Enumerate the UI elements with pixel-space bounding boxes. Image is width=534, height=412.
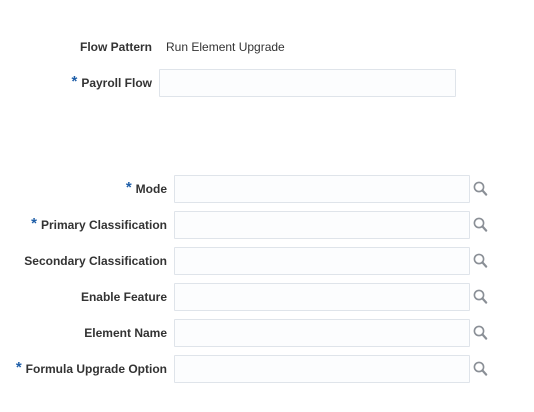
element-name-input[interactable]: [174, 319, 470, 347]
flow-pattern-row: Flow Pattern Run Element Upgrade: [0, 33, 534, 61]
element-name-row: Element Name: [0, 319, 534, 347]
search-icon[interactable]: [472, 360, 490, 378]
enable-feature-row: Enable Feature: [0, 283, 534, 311]
required-marker: *: [15, 359, 22, 376]
mode-row: * Mode: [0, 175, 534, 203]
payroll-flow-input[interactable]: [159, 69, 456, 97]
search-icon[interactable]: [472, 288, 490, 306]
search-icon[interactable]: [472, 216, 490, 234]
secondary-classification-row: Secondary Classification: [0, 247, 534, 275]
formula-upgrade-option-row: * Formula Upgrade Option: [0, 355, 534, 383]
element-name-label: Element Name: [84, 326, 167, 340]
mode-label: * Mode: [126, 175, 167, 203]
secondary-classification-label: Secondary Classification: [24, 254, 167, 268]
formula-upgrade-option-input[interactable]: [174, 355, 470, 383]
primary-classification-label: * Primary Classification: [31, 211, 167, 239]
enable-feature-input[interactable]: [174, 283, 470, 311]
search-icon[interactable]: [472, 180, 490, 198]
search-icon[interactable]: [472, 252, 490, 270]
required-marker: *: [125, 179, 132, 196]
primary-classification-label-text: Primary Classification: [40, 218, 167, 232]
secondary-classification-input[interactable]: [174, 247, 470, 275]
primary-classification-row: * Primary Classification: [0, 211, 534, 239]
flow-pattern-label: Flow Pattern: [79, 40, 152, 54]
flow-pattern-value: Run Element Upgrade: [166, 40, 285, 54]
required-marker: *: [31, 215, 37, 232]
payroll-flow-label: * Payroll Flow: [71, 69, 152, 97]
mode-input[interactable]: [174, 175, 470, 203]
formula-upgrade-option-label: * Formula Upgrade Option: [16, 355, 167, 383]
required-marker: *: [71, 73, 78, 90]
mode-label-text: Mode: [135, 182, 167, 196]
payroll-flow-label-text: Payroll Flow: [81, 76, 152, 90]
formula-upgrade-option-label-text: Formula Upgrade Option: [25, 362, 167, 376]
enable-feature-label: Enable Feature: [80, 290, 167, 304]
payroll-flow-row: * Payroll Flow: [0, 69, 534, 97]
primary-classification-input[interactable]: [174, 211, 470, 239]
search-icon[interactable]: [472, 324, 490, 342]
